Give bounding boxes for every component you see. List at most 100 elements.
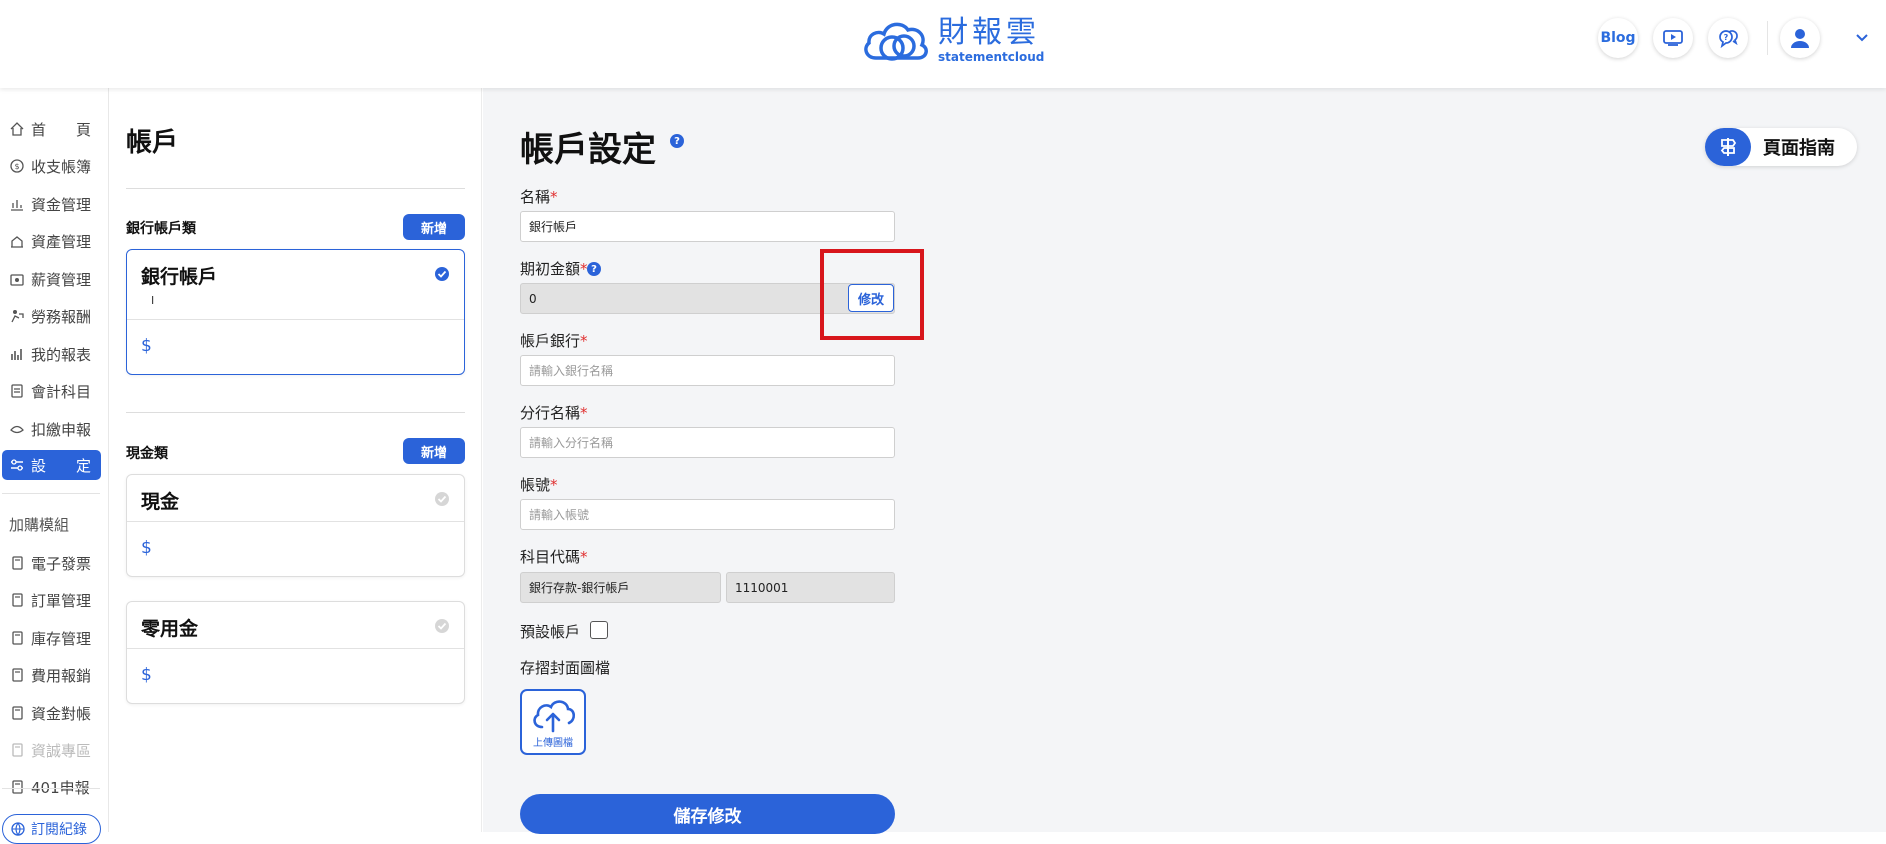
default-account-checkbox[interactable] xyxy=(590,621,608,639)
sidebar-item-label: 扣繳申報 xyxy=(31,420,92,439)
help-icon[interactable]: ? xyxy=(670,134,684,148)
bank-label: 帳戶銀行* xyxy=(520,332,588,350)
sidebar-item-401[interactable]: 401申報 xyxy=(2,772,101,802)
sidebar-item-settings[interactable]: 設 定 xyxy=(2,450,101,480)
ledger-icon: $ xyxy=(10,159,24,173)
highlight-box xyxy=(820,249,924,340)
sidebar-item-label: 訂單管理 xyxy=(31,591,92,610)
account-card-bank[interactable]: 銀行帳戶 I $ xyxy=(126,249,465,375)
support-chat-icon: ? xyxy=(1719,30,1738,48)
module-icon xyxy=(12,593,23,607)
account-card-sub: I xyxy=(151,294,155,307)
sidebar-item-label: 薪資管理 xyxy=(31,270,92,289)
page-guide-button[interactable]: 頁面指南 xyxy=(1705,128,1857,166)
svg-text:$: $ xyxy=(14,162,19,171)
sidebar-item-tax[interactable]: 扣繳申報 xyxy=(2,414,101,444)
account-number-input[interactable]: 請輸入帳號 xyxy=(520,499,895,530)
page-guide-label: 頁面指南 xyxy=(1763,138,1835,159)
branch-name-input[interactable]: 請輸入分行名稱 xyxy=(520,427,895,458)
sidebar-item-label: 資誠專區 xyxy=(31,741,92,760)
user-icon xyxy=(1791,29,1809,48)
module-icon xyxy=(12,706,23,720)
accounts-title: 帳戶 xyxy=(126,128,179,158)
sidebar-item-accounts[interactable]: 會計科目 xyxy=(2,376,101,406)
sidebar-item-label: 401申報 xyxy=(31,778,90,797)
user-menu-toggle[interactable] xyxy=(1838,33,1886,43)
module-icon xyxy=(12,556,23,570)
divider xyxy=(126,188,465,189)
module-icon xyxy=(12,631,23,645)
name-field[interactable]: 銀行帳戶 xyxy=(520,211,895,242)
account-icon xyxy=(11,384,23,398)
nav-divider xyxy=(2,788,100,789)
account-card-name: 現金 xyxy=(141,491,180,513)
add-cash-account-button[interactable]: 新增 xyxy=(403,438,465,464)
sidebar-item-assets[interactable]: 資產管理 xyxy=(2,226,101,256)
subject-code-label: 科目代碼* xyxy=(520,548,588,566)
save-button[interactable]: 儲存修改 xyxy=(520,794,895,834)
bank-category-title: 銀行帳戶類 xyxy=(126,221,196,237)
account-card-petty-cash[interactable]: 零用金 $ xyxy=(126,601,465,704)
module-icon xyxy=(12,668,23,682)
sidebar-item-einvoice[interactable]: 電子發票 xyxy=(2,548,101,578)
video-guide-button[interactable] xyxy=(1653,18,1693,58)
branch-label: 分行名稱* xyxy=(520,404,588,422)
sidebar-item-inventory[interactable]: 庫存管理 xyxy=(2,623,101,653)
sidebar-item-expenses[interactable]: 費用報銷 xyxy=(2,660,101,690)
subject-name-field: 銀行存款-銀行帳戶 xyxy=(520,572,721,603)
sidebar-item-reports[interactable]: 我的報表 xyxy=(2,339,101,369)
sidebar-item-pwc[interactable]: 資誠專區 xyxy=(2,735,101,765)
chevron-down-icon xyxy=(1856,34,1868,42)
svg-text:?: ? xyxy=(1724,33,1729,42)
sidebar-item-label: 首 頁 xyxy=(31,120,92,139)
sidebar-item-service[interactable]: 勞務報酬 xyxy=(2,301,101,331)
add-bank-account-button[interactable]: 新增 xyxy=(403,214,465,240)
account-settings-form: 帳戶設定 ? 頁面指南 名稱* 銀行帳戶 期初金額* ? 0 修改 帳戶銀行* … xyxy=(483,88,1886,834)
cash-category-title: 現金類 xyxy=(126,446,168,462)
bank-name-input[interactable]: 請輸入銀行名稱 xyxy=(520,355,895,386)
blog-button[interactable]: Blog xyxy=(1598,18,1638,58)
support-button[interactable]: ? xyxy=(1708,18,1748,58)
sidebar-item-salary[interactable]: 薪資管理 xyxy=(2,264,101,294)
sidebar-item-ledger[interactable]: $ 收支帳簿 xyxy=(2,151,101,181)
sidebar-item-label: 庫存管理 xyxy=(31,629,92,648)
sidebar-item-funds[interactable]: 資金管理 xyxy=(2,189,101,219)
sidebar-item-reconcile[interactable]: 資金對帳 xyxy=(2,698,101,728)
addon-heading: 加購模組 xyxy=(9,516,70,534)
settings-icon xyxy=(11,459,23,471)
sidebar-item-orders[interactable]: 訂單管理 xyxy=(2,585,101,615)
signpost-icon xyxy=(1720,138,1737,156)
divider xyxy=(126,412,465,413)
cover-image-label: 存摺封面圖檔 xyxy=(520,659,611,677)
cloud-logo-icon xyxy=(864,22,928,61)
top-header: 財報雲 statementcloud Blog ? xyxy=(0,0,1886,88)
cloud-upload-icon xyxy=(533,700,576,733)
sidebar-item-label: 設 定 xyxy=(31,456,92,475)
module-icon xyxy=(12,743,23,757)
nav-divider xyxy=(2,493,100,494)
upload-image-button[interactable]: 上傳圖檔 xyxy=(520,689,586,755)
sidebar-item-label: 我的報表 xyxy=(31,345,92,364)
account-card-cash[interactable]: 現金 $ xyxy=(126,474,465,577)
accounts-panel: 帳戶 銀行帳戶類 新增 銀行帳戶 I $ 現金類 新增 現金 $ 零用金 $ xyxy=(110,88,482,832)
help-icon[interactable]: ? xyxy=(587,262,601,276)
header-divider xyxy=(1767,21,1768,55)
logo[interactable]: 財報雲 statementcloud xyxy=(860,12,1044,68)
opening-balance-label: 期初金額* xyxy=(520,260,588,278)
logo-subtext: statementcloud xyxy=(938,49,1045,64)
sidebar-item-label: 資產管理 xyxy=(31,232,92,251)
sidebar-item-label: 費用報銷 xyxy=(31,666,92,685)
sidebar-item-home[interactable]: 首 頁 xyxy=(2,114,101,144)
sidebar-item-label: 會計科目 xyxy=(31,382,92,401)
subscription-button[interactable]: 訂閱紀錄 xyxy=(2,814,101,844)
report-icon xyxy=(11,349,22,360)
sidebar-item-label: 收支帳簿 xyxy=(31,157,92,176)
name-label: 名稱* xyxy=(520,188,558,206)
sidebar-nav: 首 頁 $ 收支帳簿 資金管理 資產管理 薪資管理 勞務報酬 我的報表 會計科目… xyxy=(0,88,109,844)
asset-icon xyxy=(11,236,23,248)
avatar[interactable] xyxy=(1780,18,1820,58)
logo-text: 財報雲 xyxy=(938,14,1040,50)
page-title: 帳戶設定 xyxy=(520,130,656,170)
account-card-name: 零用金 xyxy=(141,618,199,640)
tax-icon xyxy=(10,425,24,434)
